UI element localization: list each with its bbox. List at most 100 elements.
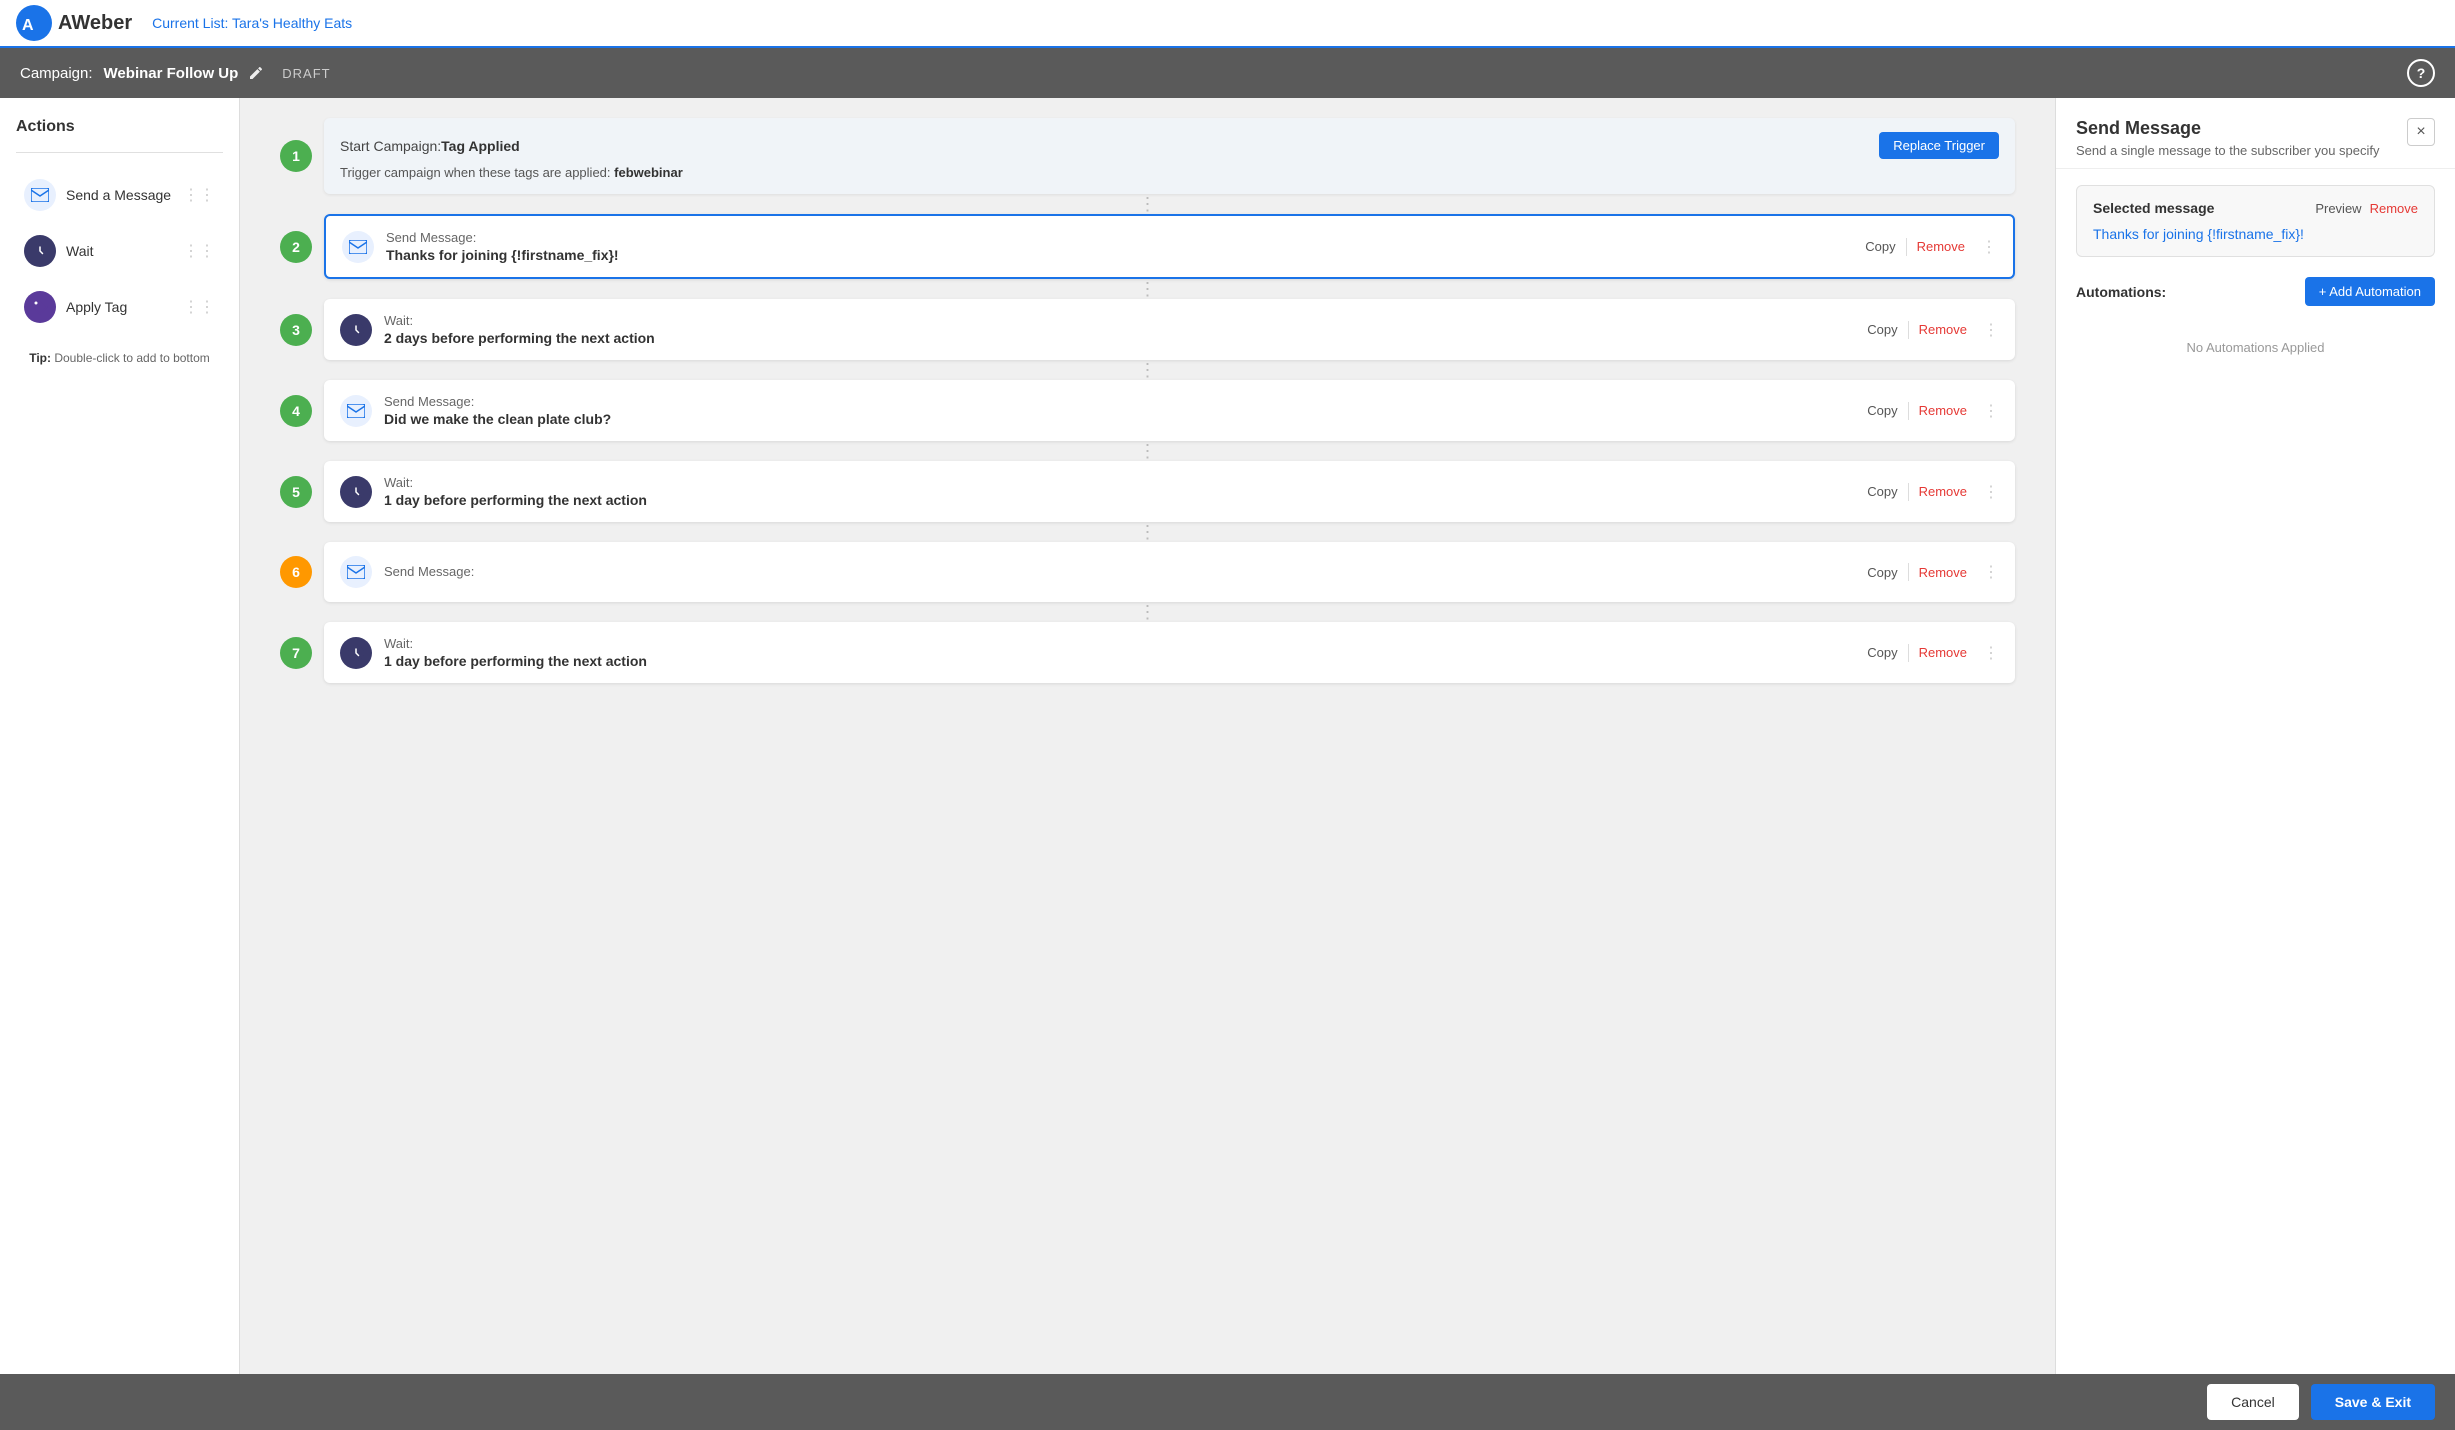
selected-message-box: Selected message Preview Remove Thanks f…	[2076, 185, 2435, 257]
aweber-logo-icon: A	[16, 5, 52, 41]
step6-envelope-icon	[340, 556, 372, 588]
step-number-5: 5	[280, 476, 312, 508]
sidebar-divider	[16, 152, 223, 153]
step3-remove-button[interactable]: Remove	[1911, 318, 1975, 341]
remove-message-button[interactable]: Remove	[2370, 201, 2418, 216]
step3-clock-icon	[340, 314, 372, 346]
step-card-6[interactable]: Send Message: Copy Remove ⋮	[324, 542, 2015, 602]
step-row-2: 2 Send Message: Thanks for joining {!fir…	[280, 214, 2015, 279]
step7-drag-handle[interactable]: ⋮	[1983, 643, 1999, 663]
drag-handle-apply-tag[interactable]: ⋮⋮	[183, 297, 215, 317]
step2-drag-handle[interactable]: ⋮	[1981, 237, 1997, 257]
step3-copy-button[interactable]: Copy	[1859, 318, 1905, 341]
campaign-header: Campaign: Webinar Follow Up DRAFT ?	[0, 48, 2455, 98]
step3-detail: 2 days before performing the next action	[384, 330, 1859, 346]
step-number-4: 4	[280, 395, 312, 427]
step6-remove-button[interactable]: Remove	[1911, 561, 1975, 584]
step7-copy-button[interactable]: Copy	[1859, 641, 1905, 664]
step7-suffix: before performing the next action	[420, 653, 647, 669]
drag-handle-wait[interactable]: ⋮⋮	[183, 241, 215, 261]
drag-handle-send-message[interactable]: ⋮⋮	[183, 185, 215, 205]
step2-remove-button[interactable]: Remove	[1909, 235, 1973, 258]
wait-label: Wait	[66, 243, 93, 259]
sidebar-item-wait[interactable]: Wait ⋮⋮	[16, 225, 223, 277]
step6-copy-button[interactable]: Copy	[1859, 561, 1905, 584]
right-panel: Send Message Send a single message to th…	[2055, 98, 2455, 1374]
panel-header: Send Message Send a single message to th…	[2056, 98, 2455, 169]
step3-days-bold: 2 days	[384, 330, 428, 346]
campaign-label: Campaign:	[20, 65, 93, 82]
step-row-6: 6 Send Message: Copy Remove ⋮	[280, 542, 2015, 602]
step-card-4[interactable]: Send Message: Did we make the clean plat…	[324, 380, 2015, 441]
help-button[interactable]: ?	[2407, 59, 2435, 87]
connector-6-7	[280, 602, 2015, 622]
step-card-7[interactable]: Wait: 1 day before performing the next a…	[324, 622, 2015, 683]
step3-drag-handle[interactable]: ⋮	[1983, 320, 1999, 340]
automations-label: Automations:	[2076, 284, 2305, 300]
step5-copy-button[interactable]: Copy	[1859, 480, 1905, 503]
step5-divider	[1908, 483, 1909, 501]
step3-actions: Copy Remove	[1859, 318, 1975, 341]
step4-content: Send Message: Did we make the clean plat…	[384, 394, 1859, 427]
logo-text: AWeber	[58, 12, 132, 35]
step-number-7: 7	[280, 637, 312, 669]
step-row-3: 3 Wait: 2 days before performing the nex…	[280, 299, 2015, 360]
step4-drag-handle[interactable]: ⋮	[1983, 401, 1999, 421]
automations-section: Automations: + Add Automation No Automat…	[2076, 277, 2435, 375]
campaign-name: Webinar Follow Up	[104, 65, 239, 82]
step-card-2[interactable]: Send Message: Thanks for joining {!first…	[324, 214, 2015, 279]
panel-title: Send Message	[2076, 118, 2407, 139]
preview-button[interactable]: Preview	[2315, 201, 2361, 216]
panel-close-button[interactable]: ×	[2407, 118, 2435, 146]
trigger-tag-value: febwebinar	[614, 165, 683, 180]
step5-days-bold: 1 day	[384, 492, 420, 508]
bottom-bar: Cancel Save & Exit	[0, 1374, 2455, 1430]
edit-icon[interactable]	[248, 63, 266, 84]
step4-remove-button[interactable]: Remove	[1911, 399, 1975, 422]
panel-body: Selected message Preview Remove Thanks f…	[2056, 169, 2455, 391]
no-automations-text: No Automations Applied	[2076, 320, 2435, 375]
step4-title: Send Message:	[384, 394, 1859, 409]
step3-title: Wait:	[384, 313, 1859, 328]
main-area: Actions Send a Message ⋮⋮ Wait ⋮⋮	[0, 98, 2455, 1374]
step7-remove-button[interactable]: Remove	[1911, 641, 1975, 664]
step5-clock-icon	[340, 476, 372, 508]
step4-actions: Copy Remove	[1859, 399, 1975, 422]
step6-drag-handle[interactable]: ⋮	[1983, 562, 1999, 582]
replace-trigger-button[interactable]: Replace Trigger	[1879, 132, 1999, 159]
step-number-2: 2	[280, 231, 312, 263]
step7-clock-icon	[340, 637, 372, 669]
tag-icon-sidebar	[24, 291, 56, 323]
step4-divider	[1908, 402, 1909, 420]
save-exit-button[interactable]: Save & Exit	[2311, 1384, 2435, 1420]
selected-message-label: Selected message	[2093, 200, 2315, 216]
step-card-3[interactable]: Wait: 2 days before performing the next …	[324, 299, 2015, 360]
trigger-card: Start Campaign:Tag Applied Replace Trigg…	[324, 118, 2015, 194]
step6-title: Send Message:	[384, 564, 1859, 579]
step-card-5[interactable]: Wait: 1 day before performing the next a…	[324, 461, 2015, 522]
envelope-icon	[24, 179, 56, 211]
step2-detail: Thanks for joining {!firstname_fix}!	[386, 247, 1857, 263]
step5-content: Wait: 1 day before performing the next a…	[384, 475, 1859, 508]
trigger-row: 1 Start Campaign:Tag Applied Replace Tri…	[280, 118, 2015, 194]
step4-copy-button[interactable]: Copy	[1859, 399, 1905, 422]
step2-divider	[1906, 238, 1907, 256]
panel-subtitle: Send a single message to the subscriber …	[2076, 143, 2407, 158]
sidebar-item-apply-tag[interactable]: Apply Tag ⋮⋮	[16, 281, 223, 333]
step5-remove-button[interactable]: Remove	[1911, 480, 1975, 503]
add-automation-button[interactable]: + Add Automation	[2305, 277, 2435, 306]
step4-envelope-icon	[340, 395, 372, 427]
current-list-link[interactable]: Current List: Tara's Healthy Eats	[152, 15, 352, 31]
step6-divider	[1908, 563, 1909, 581]
step6-actions: Copy Remove	[1859, 561, 1975, 584]
send-message-label: Send a Message	[66, 187, 171, 203]
sidebar-item-send-message[interactable]: Send a Message ⋮⋮	[16, 169, 223, 221]
cancel-button[interactable]: Cancel	[2207, 1384, 2299, 1420]
panel-title-area: Send Message Send a single message to th…	[2076, 118, 2407, 158]
selected-message-name: Thanks for joining {!firstname_fix}!	[2093, 226, 2418, 242]
step-row-4: 4 Send Message: Did we make the clean pl…	[280, 380, 2015, 441]
step5-drag-handle[interactable]: ⋮	[1983, 482, 1999, 502]
step3-divider	[1908, 321, 1909, 339]
automations-header: Automations: + Add Automation	[2076, 277, 2435, 306]
step2-copy-button[interactable]: Copy	[1857, 235, 1903, 258]
